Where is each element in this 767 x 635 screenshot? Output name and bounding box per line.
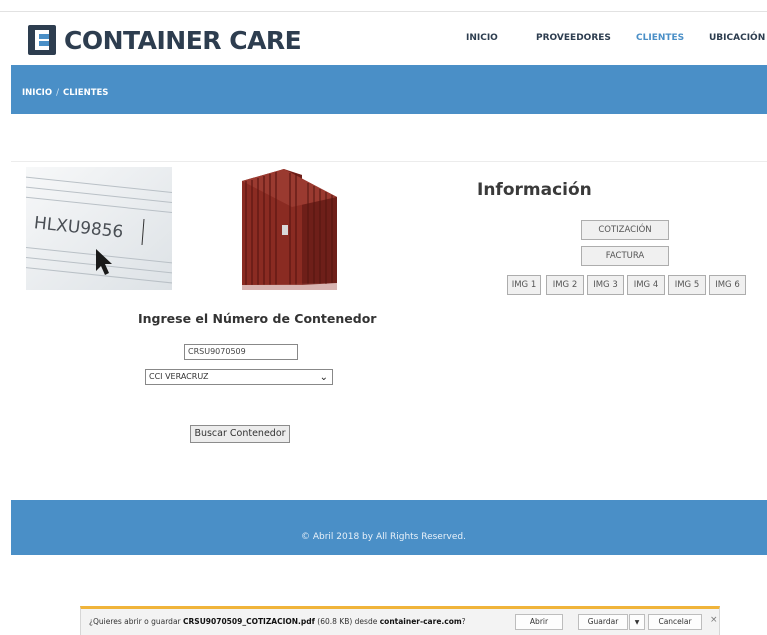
chevron-down-icon: ⌄ <box>319 372 328 383</box>
img4-button[interactable]: IMG 4 <box>627 275 665 295</box>
footer-band <box>11 500 767 555</box>
container-number-input[interactable]: CRSU9070509 <box>184 344 298 360</box>
search-container-button[interactable]: Buscar Contenedor <box>190 425 290 443</box>
img1-button[interactable]: IMG 1 <box>507 275 541 295</box>
download-filename: CRSU9070509_COTIZACION.pdf <box>183 617 315 626</box>
download-message: ¿Quieres abrir o guardar CRSU9070509_COT… <box>89 617 466 626</box>
breadcrumb-home[interactable]: INICIO <box>22 88 52 98</box>
shipping-container-image <box>172 167 372 290</box>
footer-copyright: © Abril 2018 by All Rights Reserved. <box>301 532 466 542</box>
brand-logo[interactable]: CONTAINER CARE <box>28 25 302 55</box>
save-options-dropdown[interactable]: ▼ <box>629 614 645 630</box>
download-prefix: ¿Quieres abrir o guardar <box>89 617 184 626</box>
top-border <box>0 11 767 12</box>
caret-down-icon: ▼ <box>634 619 640 626</box>
brand-name: CONTAINER CARE <box>64 25 302 55</box>
img5-button[interactable]: IMG 5 <box>668 275 706 295</box>
nav-proveedores[interactable]: PROVEEDORES <box>536 33 611 43</box>
nav-inicio[interactable]: INICIO <box>466 33 498 43</box>
open-button[interactable]: Abrir <box>515 614 563 630</box>
breadcrumb-current: CLIENTES <box>62 88 109 98</box>
img6-button[interactable]: IMG 6 <box>709 275 746 295</box>
section-divider <box>11 161 767 162</box>
location-select-value: CCI VERACRUZ <box>149 372 209 381</box>
save-button[interactable]: Guardar <box>578 614 628 630</box>
breadcrumb: INICIO / CLIENTES <box>22 88 108 98</box>
breadcrumb-separator: / <box>56 88 59 98</box>
cancel-button[interactable]: Cancelar <box>648 614 702 630</box>
img2-button[interactable]: IMG 2 <box>546 275 584 295</box>
factura-button[interactable]: FACTURA <box>581 246 669 266</box>
download-suffix: ? <box>461 617 466 626</box>
logo-mark-icon <box>28 25 56 55</box>
breadcrumb-band <box>11 65 767 114</box>
download-domain: container-care.com <box>379 617 462 626</box>
container-number-prompt: Ingrese el Número de Contenedor <box>138 311 377 326</box>
nav-clientes[interactable]: CLIENTES <box>636 33 684 43</box>
nav-ubicacion[interactable]: UBICACIÓN <box>709 33 765 43</box>
download-size: (60.8 KB) desde <box>314 617 380 626</box>
container-id-image: HLXU9856 <box>26 167 172 290</box>
img3-button[interactable]: IMG 3 <box>587 275 624 295</box>
location-select[interactable]: CCI VERACRUZ ⌄ <box>145 369 333 385</box>
info-title: Información <box>477 180 592 200</box>
download-notification-bar: ¿Quieres abrir o guardar CRSU9070509_COT… <box>80 606 720 635</box>
cotizacion-button[interactable]: COTIZACIÓN <box>581 220 669 240</box>
close-icon[interactable]: × <box>710 615 718 625</box>
